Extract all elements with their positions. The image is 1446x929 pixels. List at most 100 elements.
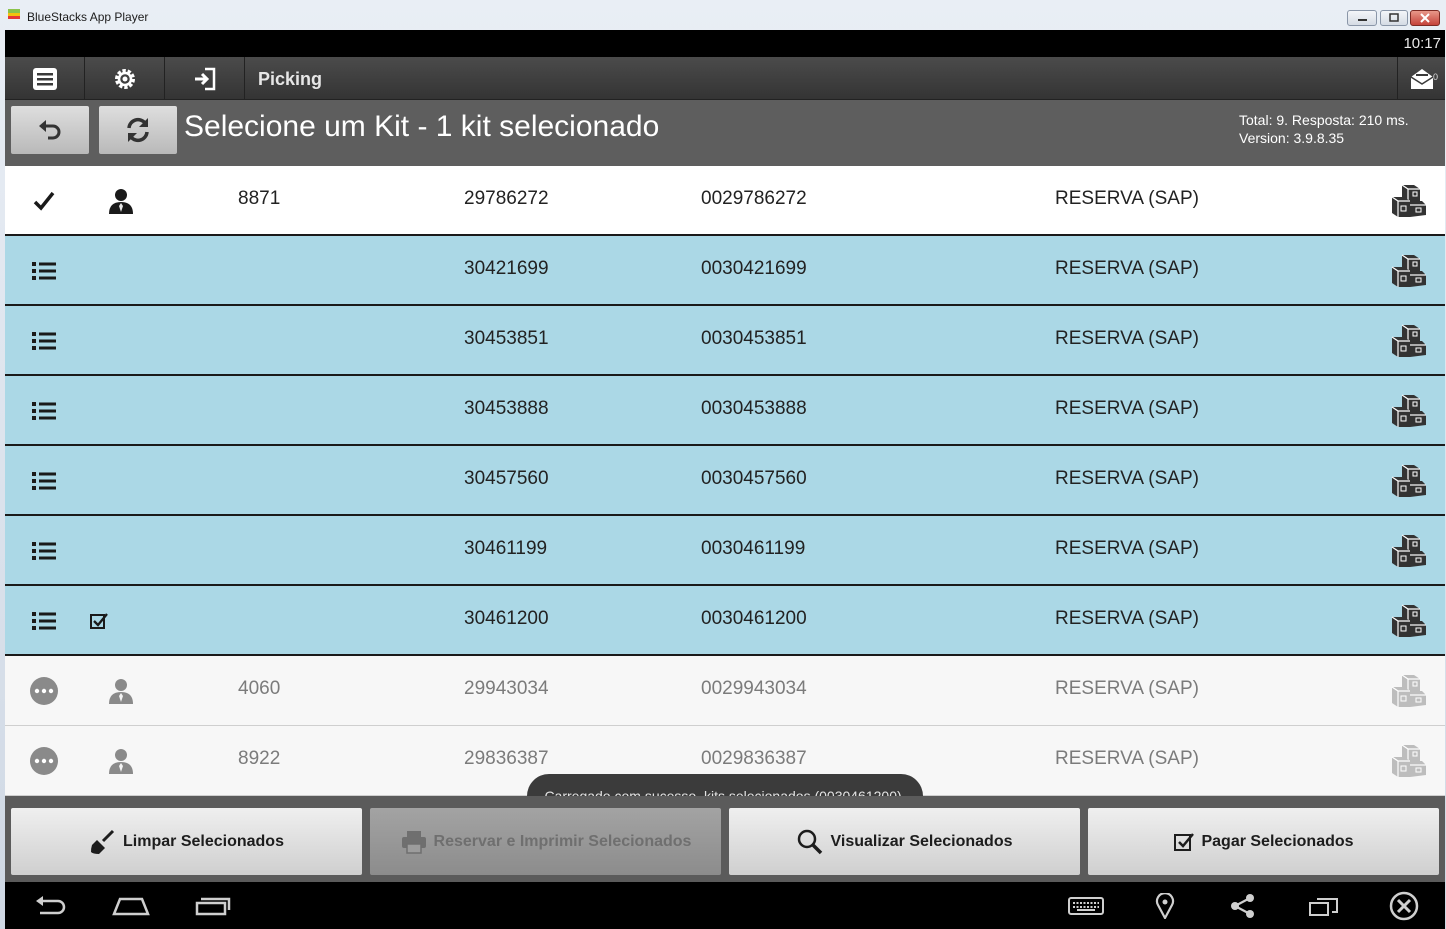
- boxes-icon[interactable]: [1388, 461, 1428, 501]
- kit-row[interactable]: 8871 29786272 0029786272 RESERVA (SAP): [5, 166, 1445, 236]
- recent-apps-icon: [195, 897, 231, 916]
- boxes-icon[interactable]: [1388, 321, 1428, 361]
- status-bar: 10:17: [5, 30, 1445, 57]
- undo-icon: [39, 120, 61, 140]
- list-icon[interactable]: [29, 396, 59, 426]
- response-total: Total: 9. Resposta: 210 ms.: [1239, 112, 1409, 128]
- kit-header: Selecione um Kit - 1 kit selecionado Tot…: [5, 100, 1445, 166]
- list-icon[interactable]: [29, 256, 59, 286]
- boxes-icon[interactable]: [1388, 741, 1428, 781]
- list-icon[interactable]: [29, 466, 59, 496]
- back-arrow-icon: [36, 896, 66, 915]
- settings-button[interactable]: [85, 57, 165, 100]
- kit-status: RESERVA (SAP): [1055, 748, 1199, 769]
- message-count: 0: [1432, 72, 1438, 82]
- kit-row[interactable]: 30453888 0030453888 RESERVA (SAP): [5, 376, 1445, 446]
- person-icon: [105, 676, 137, 706]
- kit-number: 30453888: [464, 398, 549, 419]
- kit-document: 0030421699: [701, 258, 807, 279]
- kit-document: 0030461199: [701, 538, 806, 559]
- kit-number: 30461199: [464, 538, 548, 559]
- kit-number: 30453851: [464, 328, 549, 349]
- kit-status: RESERVA (SAP): [1055, 538, 1199, 559]
- kit-row[interactable]: 30461200 0030461200 RESERVA (SAP): [5, 586, 1445, 656]
- menu-button[interactable]: [5, 57, 85, 100]
- kit-code: 4060: [238, 678, 281, 699]
- more-icon[interactable]: [29, 746, 59, 776]
- response-info: Total: 9. Resposta: 210 ms. Version: 3.9…: [1239, 111, 1409, 147]
- boxes-icon[interactable]: [1388, 531, 1428, 571]
- pay-selected-label: Pagar Selecionados: [1201, 832, 1354, 850]
- kit-number: 29786272: [464, 188, 549, 209]
- kit-list: 8871 29786272 0029786272 RESERVA (SAP) 3042…: [5, 166, 1445, 796]
- boxes-icon[interactable]: [1388, 251, 1428, 291]
- kit-number: 29943034: [464, 678, 549, 699]
- kit-row[interactable]: 30421699 0030421699 RESERVA (SAP): [5, 236, 1445, 306]
- app-version: Version: 3.9.8.35: [1239, 130, 1345, 146]
- kit-number: 30461200: [464, 608, 549, 629]
- checkbox-checked-icon[interactable]: [83, 606, 115, 636]
- kit-number: 30457560: [464, 468, 549, 489]
- gear-icon: [114, 68, 135, 89]
- page-title: Selecione um Kit - 1 kit selecionado: [184, 110, 660, 143]
- list-icon[interactable]: [29, 326, 59, 356]
- kit-row[interactable]: 30453851 0030453851 RESERVA (SAP): [5, 306, 1445, 376]
- kit-number: 29836387: [464, 748, 549, 769]
- action-bar: Picking 0: [5, 57, 1445, 100]
- kit-status: RESERVA (SAP): [1055, 258, 1199, 279]
- close-window-button[interactable]: [1410, 10, 1440, 26]
- kit-code: 8922: [238, 748, 281, 769]
- boxes-icon[interactable]: [1388, 671, 1428, 711]
- kit-status: RESERVA (SAP): [1055, 468, 1199, 489]
- boxes-icon[interactable]: [1388, 601, 1428, 641]
- close-app-button[interactable]: [1388, 891, 1420, 921]
- share-button[interactable]: [1229, 892, 1257, 920]
- nav-recents-button[interactable]: [193, 892, 233, 920]
- kit-document: 0030453888: [701, 398, 807, 419]
- share-icon: [1231, 894, 1254, 918]
- action-buttons-bar: Limpar Selecionados Reservar e Imprimir …: [5, 796, 1445, 882]
- maximize-button[interactable]: [1380, 10, 1408, 26]
- kit-document: 0030461200: [701, 608, 807, 629]
- kit-row[interactable]: 4060 29943034 0029943034 RESERVA (SAP): [5, 656, 1445, 726]
- location-button[interactable]: [1153, 892, 1177, 920]
- kit-number: 30421699: [464, 258, 549, 279]
- check-icon[interactable]: [29, 186, 59, 216]
- clock: 10:17: [1403, 35, 1441, 52]
- minimize-button[interactable]: [1347, 10, 1377, 26]
- nav-home-button[interactable]: [111, 892, 151, 920]
- view-selected-label: Visualizar Selecionados: [830, 832, 1013, 850]
- broom-icon: [91, 829, 115, 854]
- kit-status: RESERVA (SAP): [1055, 328, 1199, 349]
- clear-selected-button[interactable]: Limpar Selecionados: [11, 808, 362, 875]
- search-icon: [798, 829, 823, 854]
- more-icon[interactable]: [29, 676, 59, 706]
- keyboard-icon: [1068, 897, 1104, 915]
- kit-document: 0029836387: [701, 748, 807, 769]
- boxes-icon[interactable]: [1388, 181, 1428, 221]
- list-icon[interactable]: [29, 606, 59, 636]
- boxes-icon[interactable]: [1388, 391, 1428, 431]
- kit-row[interactable]: 30461199 0030461199 RESERVA (SAP): [5, 516, 1445, 586]
- minimize-icon: [1358, 19, 1367, 21]
- screen-rotate-button[interactable]: [1307, 892, 1341, 920]
- nav-back-button[interactable]: [33, 892, 69, 920]
- logout-button[interactable]: [165, 57, 245, 100]
- menu-icon: [32, 67, 57, 90]
- envelope-icon: [1410, 68, 1433, 89]
- pay-selected-button[interactable]: Pagar Selecionados: [1088, 808, 1439, 875]
- kit-status: RESERVA (SAP): [1055, 398, 1199, 419]
- android-navigation-bar: [5, 882, 1445, 929]
- reserve-print-button[interactable]: Reservar e Imprimir Selecionados: [370, 808, 721, 875]
- window-title: BlueStacks App Player: [27, 10, 149, 24]
- keyboard-button[interactable]: [1067, 892, 1105, 920]
- printer-icon: [401, 830, 426, 854]
- view-selected-button[interactable]: Visualizar Selecionados: [729, 808, 1080, 875]
- sign-in-icon: [194, 67, 215, 90]
- refresh-button[interactable]: [99, 106, 177, 154]
- list-icon[interactable]: [29, 536, 59, 566]
- maximize-icon: [1389, 13, 1399, 22]
- messages-button[interactable]: 0: [1397, 57, 1445, 100]
- kit-row[interactable]: 30457560 0030457560 RESERVA (SAP): [5, 446, 1445, 516]
- back-button[interactable]: [11, 106, 89, 154]
